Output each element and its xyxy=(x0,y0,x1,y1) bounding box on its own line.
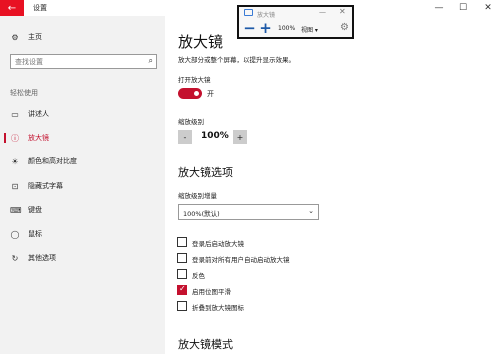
magnifier-app-icon xyxy=(244,9,253,16)
magnifier-toolbar[interactable]: 放大镜 — ✕ − + 100% 视图 ▾ ⚙ xyxy=(237,5,354,39)
window-title: 设置 xyxy=(33,4,47,12)
checkbox-label: 启用位图平滑 xyxy=(192,288,231,296)
sidebar-item-label: 其他选项 xyxy=(28,254,56,262)
active-indicator xyxy=(4,133,6,143)
sidebar-item-label: 鼠标 xyxy=(28,230,42,238)
search-box[interactable]: ⌕ xyxy=(10,54,157,69)
sidebar-item-narrator[interactable]: ▭ 讲述人 xyxy=(0,105,165,123)
sidebar-item-mouse[interactable]: ◯ 鼠标 xyxy=(0,225,165,243)
magnifier-zoom-out-button[interactable]: − xyxy=(243,19,256,37)
maximize-button[interactable]: ☐ xyxy=(456,1,470,15)
sidebar: ⚙ 主页 ⌕ 轻松使用 ▭ 讲述人 ⓘ 放大镜 ☀ 颜色和高对比度 ⊡ 隐藏式字… xyxy=(0,16,165,354)
sidebar-item-home[interactable]: ⚙ 主页 xyxy=(0,28,165,46)
captions-icon: ⊡ xyxy=(11,181,19,191)
sidebar-item-captions[interactable]: ⊡ 隐藏式字幕 xyxy=(0,177,165,195)
magnifier-zoom-in-button[interactable]: + xyxy=(259,19,272,37)
search-input[interactable] xyxy=(11,55,136,68)
magnifier-toggle[interactable] xyxy=(178,88,202,99)
sidebar-item-magnifier[interactable]: ⓘ 放大镜 xyxy=(0,129,165,147)
select-value: 100%(默认) xyxy=(183,210,220,218)
main-content: 放大镜 放大部分或整个屏幕，以提升显示效果。 打开放大镜 开 缩放级别 - 10… xyxy=(165,16,500,354)
magnifier-close-button[interactable]: ✕ xyxy=(339,7,346,16)
magnifier-minimize-button[interactable]: — xyxy=(319,8,326,16)
checkbox-checked[interactable] xyxy=(177,284,187,295)
brightness-icon: ☀ xyxy=(11,156,19,166)
checkbox-label: 折叠到放大镜图标 xyxy=(192,304,244,312)
sidebar-item-keyboard[interactable]: ⌨ 键盘 xyxy=(0,201,165,219)
sidebar-item-other-options[interactable]: ↻ 其他选项 xyxy=(0,249,165,267)
checkbox-label: 反色 xyxy=(192,272,205,280)
toggle-state: 开 xyxy=(207,90,214,98)
sidebar-item-label: 讲述人 xyxy=(28,110,49,118)
zoom-increment-label: 缩放级别增量 xyxy=(178,192,217,200)
options-section-title: 放大镜选项 xyxy=(178,166,233,179)
sidebar-item-label: 颜色和高对比度 xyxy=(28,157,77,165)
zoom-out-button[interactable]: - xyxy=(178,130,192,144)
other-options-icon: ↻ xyxy=(11,253,19,263)
zoom-level-value: 100% xyxy=(201,131,229,141)
checkbox-label: 登录前对所有用户自动启动放大镜 xyxy=(192,256,290,264)
back-button[interactable]: ← xyxy=(0,0,24,16)
close-button[interactable]: ✕ xyxy=(481,1,495,15)
checkbox[interactable] xyxy=(177,301,187,311)
minimize-button[interactable]: — xyxy=(432,1,446,15)
chevron-down-icon: ⌄ xyxy=(308,207,314,215)
search-icon[interactable]: ⌕ xyxy=(149,56,153,66)
magnifier-zoom-value: 100% xyxy=(278,25,296,32)
page-title: 放大镜 xyxy=(178,33,224,51)
sidebar-item-color-contrast[interactable]: ☀ 颜色和高对比度 xyxy=(0,152,165,170)
sidebar-item-label: 主页 xyxy=(28,33,42,41)
gear-icon[interactable]: ⚙ xyxy=(340,22,349,33)
mode-section-title: 放大镜模式 xyxy=(178,338,233,351)
page-description: 放大部分或整个屏幕，以提升显示效果。 xyxy=(178,56,295,64)
checkbox-label: 登录后启动放大镜 xyxy=(192,240,244,248)
checkbox[interactable] xyxy=(177,253,187,263)
gear-icon: ⚙ xyxy=(11,32,19,42)
group-label: 轻松使用 xyxy=(10,89,38,97)
narrator-icon: ▭ xyxy=(11,109,19,119)
checkbox[interactable] xyxy=(177,269,187,279)
sidebar-item-label: 隐藏式字幕 xyxy=(28,182,63,190)
mouse-icon: ◯ xyxy=(10,229,20,239)
magnifier-view-dropdown[interactable]: 视图 ▾ xyxy=(301,25,318,34)
back-arrow-icon: ← xyxy=(7,2,17,14)
checkbox[interactable] xyxy=(177,237,187,247)
sidebar-item-label: 键盘 xyxy=(28,206,42,214)
magnifier-icon: ⓘ xyxy=(11,133,19,143)
zoom-increment-select[interactable]: 100%(默认) ⌄ xyxy=(178,204,319,220)
keyboard-icon: ⌨ xyxy=(10,205,22,215)
sidebar-item-label: 放大镜 xyxy=(28,134,49,142)
zoom-in-button[interactable]: + xyxy=(233,130,247,144)
zoom-level-label: 缩放级别 xyxy=(178,118,204,126)
toggle-label: 打开放大镜 xyxy=(178,76,211,84)
